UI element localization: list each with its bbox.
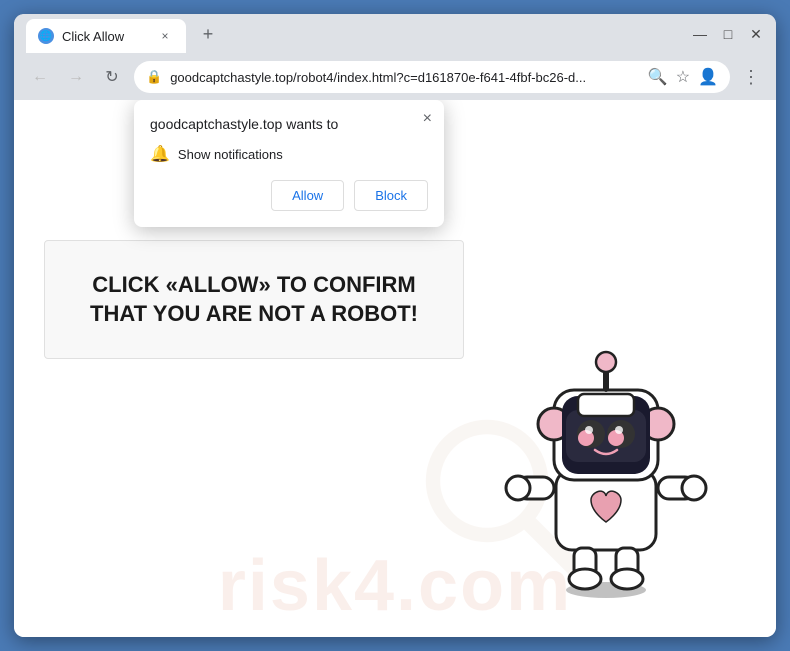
bookmark-icon[interactable]: ☆ [676, 67, 690, 87]
close-window-button[interactable]: ✕ [748, 26, 764, 43]
minimize-button[interactable]: — [692, 26, 708, 42]
captcha-text: CLICK «ALLOW» TO CONFIRM THAT YOU ARE NO… [75, 271, 433, 328]
robot-illustration [496, 322, 716, 607]
bell-icon: 🔔 [150, 144, 170, 164]
address-icons: 🔍 ☆ 👤 [648, 67, 718, 87]
browser-window: 🌐 Click Allow × + — □ ✕ ← → ↻ 🔒 goodcapt… [14, 14, 776, 637]
tab-area: 🌐 Click Allow × + [26, 15, 684, 53]
maximize-button[interactable]: □ [720, 26, 736, 42]
new-tab-button[interactable]: + [194, 20, 222, 48]
captcha-message-box: CLICK «ALLOW» TO CONFIRM THAT YOU ARE NO… [44, 240, 464, 359]
block-button[interactable]: Block [354, 180, 428, 211]
page-content: risk4.com × goodcaptchastyle.top wants t… [14, 100, 776, 637]
refresh-button[interactable]: ↻ [98, 63, 126, 91]
browser-menu-button[interactable]: ⋮ [738, 67, 764, 88]
active-tab[interactable]: 🌐 Click Allow × [26, 19, 186, 53]
tab-favicon: 🌐 [38, 28, 54, 44]
tab-title: Click Allow [62, 29, 148, 44]
address-input[interactable]: 🔒 goodcaptchastyle.top/robot4/index.html… [134, 61, 730, 93]
address-bar: ← → ↻ 🔒 goodcaptchastyle.top/robot4/inde… [14, 54, 776, 100]
robot-svg [496, 322, 716, 602]
notification-popup: × goodcaptchastyle.top wants to 🔔 Show n… [134, 100, 444, 227]
notification-row: 🔔 Show notifications [150, 144, 428, 164]
profile-icon[interactable]: 👤 [698, 67, 718, 87]
popup-close-button[interactable]: × [423, 110, 432, 128]
lock-icon: 🔒 [146, 69, 162, 85]
popup-buttons: Allow Block [150, 180, 428, 211]
url-text: goodcaptchastyle.top/robot4/index.html?c… [170, 70, 640, 85]
back-button[interactable]: ← [26, 63, 54, 91]
search-icon[interactable]: 🔍 [648, 67, 668, 87]
title-bar: 🌐 Click Allow × + — □ ✕ [14, 14, 776, 54]
notification-text: Show notifications [178, 147, 283, 162]
tab-close-button[interactable]: × [156, 27, 174, 45]
forward-button[interactable]: → [62, 63, 90, 91]
allow-button[interactable]: Allow [271, 180, 344, 211]
window-controls: — □ ✕ [692, 26, 764, 43]
popup-site-name: goodcaptchastyle.top wants to [150, 116, 428, 132]
